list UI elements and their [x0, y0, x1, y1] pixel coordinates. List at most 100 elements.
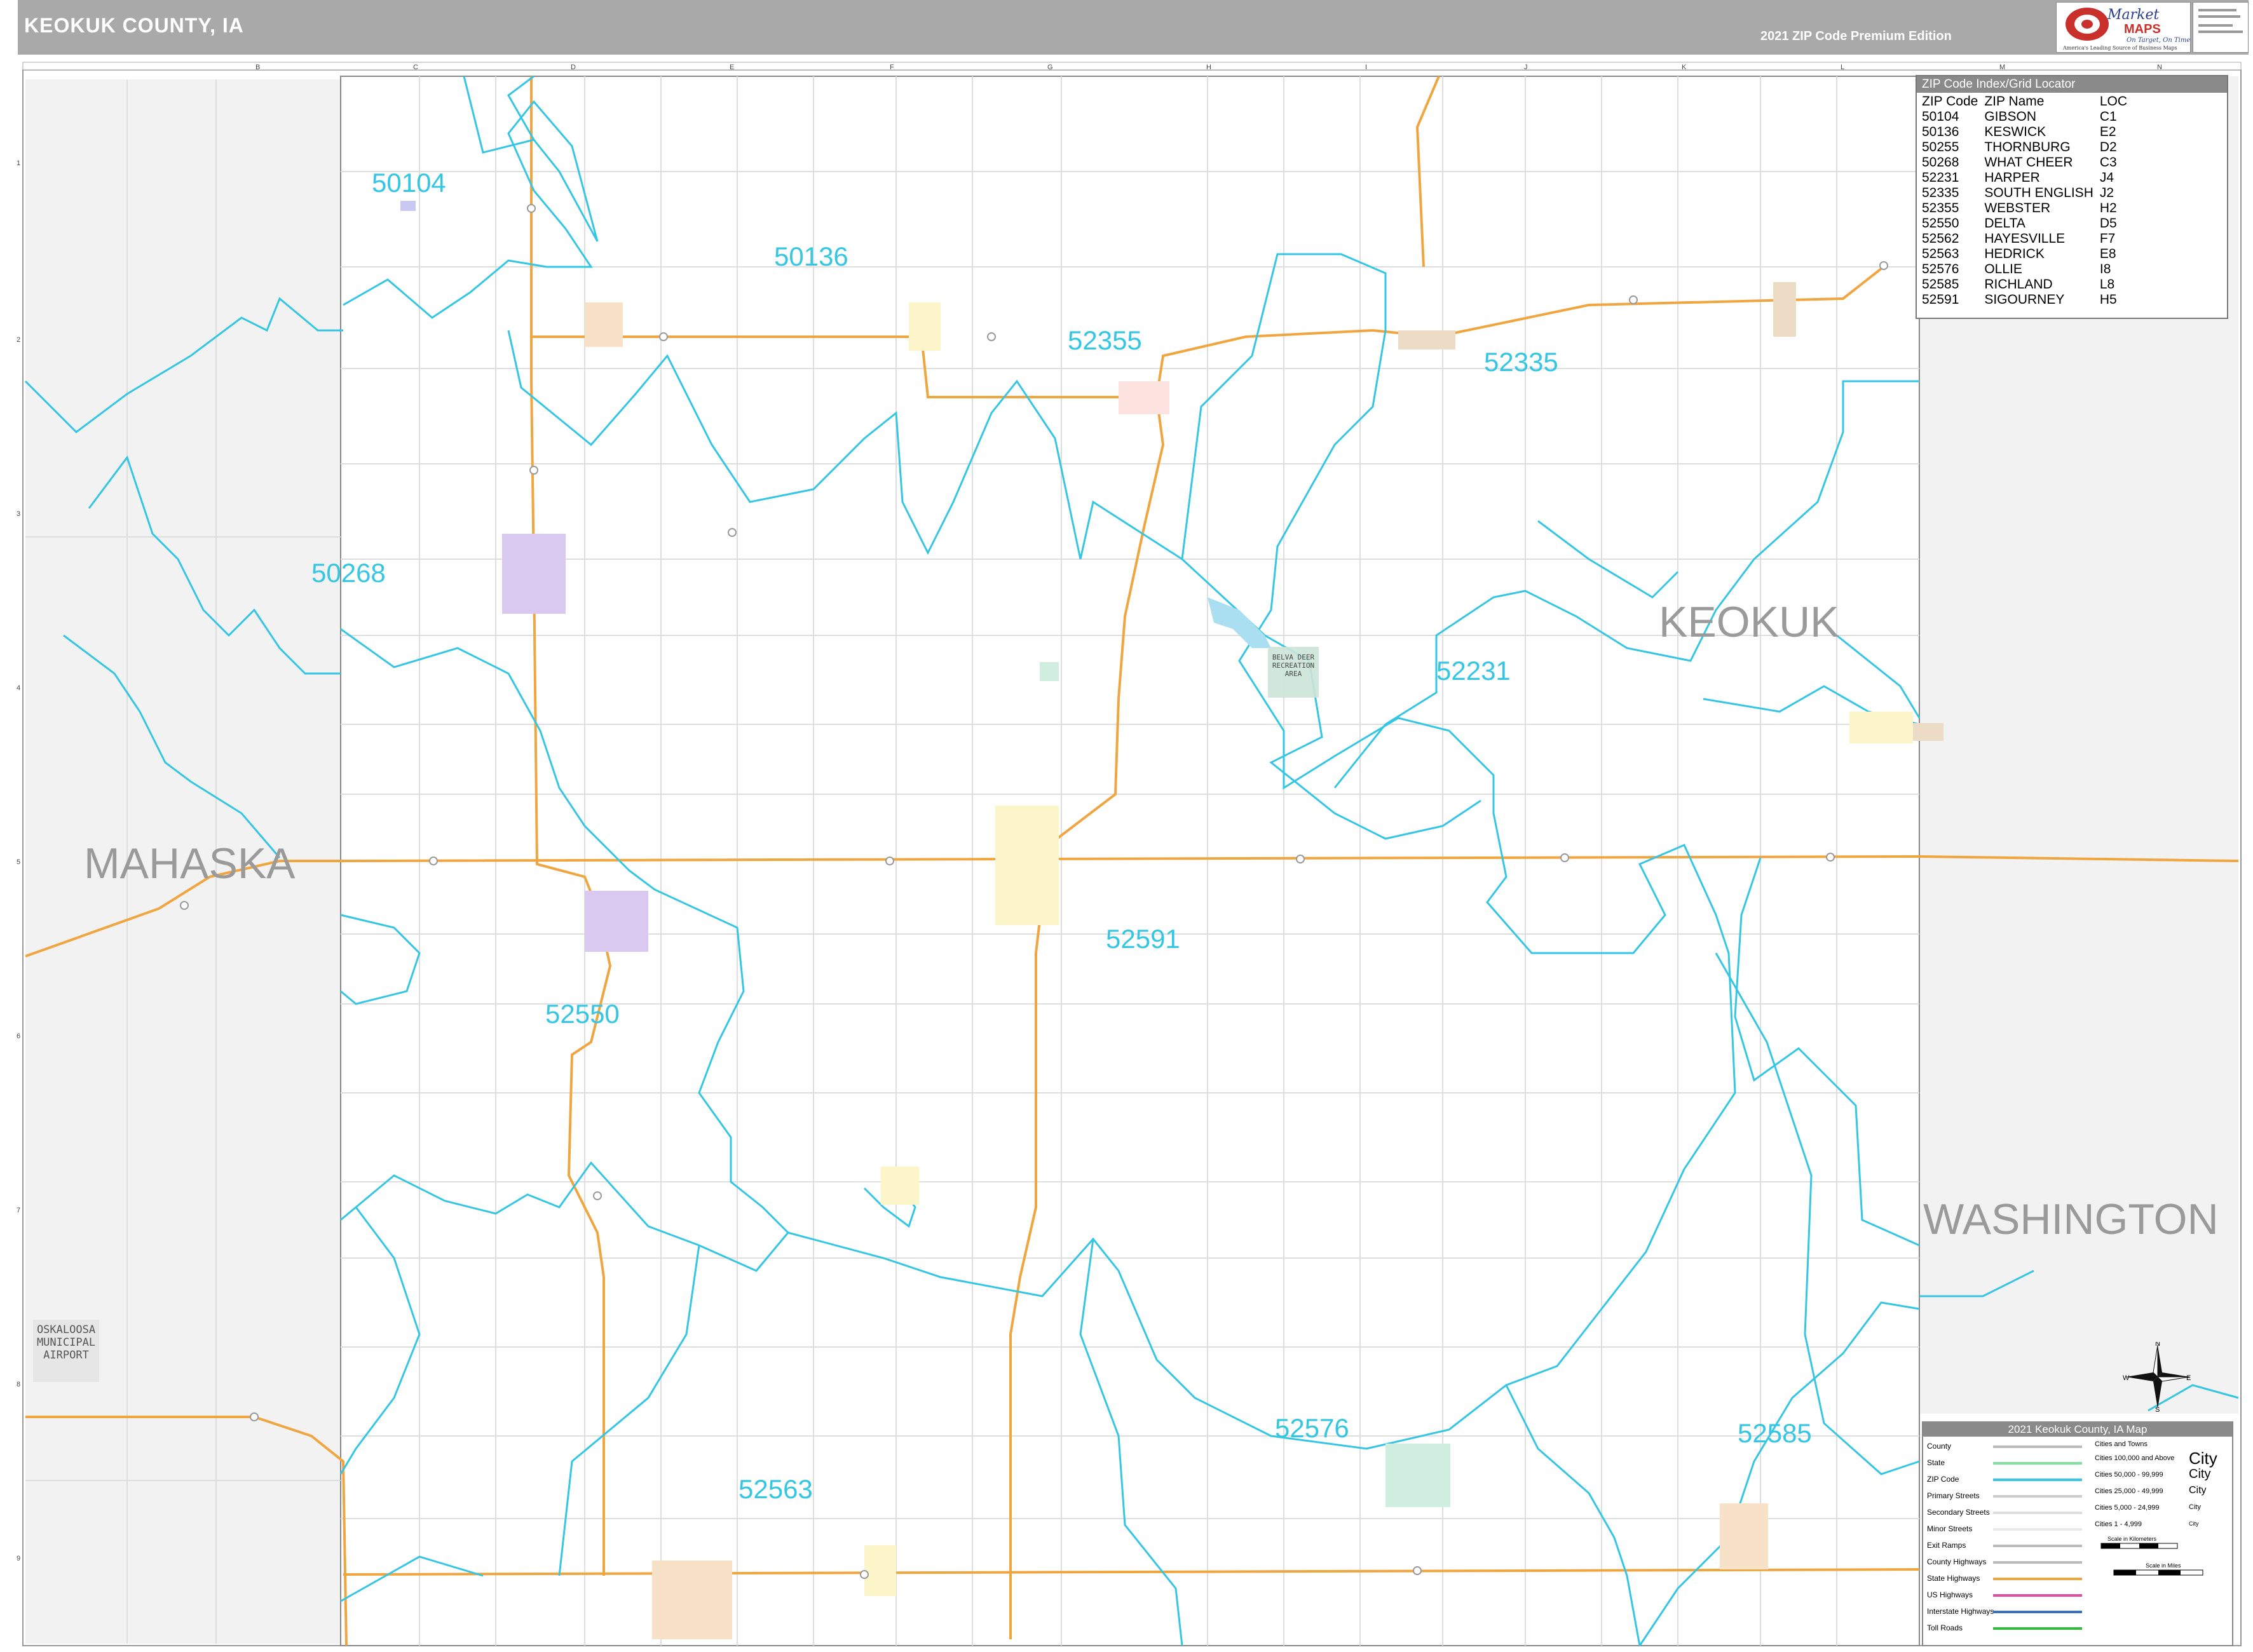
county-label-washington: WASHINGTON: [1923, 1195, 2219, 1243]
grid-row-labels: 1 2 3 4 5 6 7 8 9: [17, 159, 20, 1562]
zip-label: 52231: [1436, 656, 1511, 686]
zip-index-row: 52550 DELTA D5: [1922, 216, 2134, 231]
legend-city-class: Cities 1 - 4,999: [2095, 1520, 2142, 1528]
loc-cell: E2: [2099, 125, 2116, 139]
zip-label: 52591: [1106, 924, 1180, 954]
legend-cities-header: Cities and Towns: [2095, 1440, 2147, 1448]
grid-col-l: L: [1841, 64, 1844, 71]
grid-col-e: E: [730, 64, 734, 71]
legend-swatch: [1993, 1528, 2082, 1531]
grid-row-4: 4: [17, 684, 20, 692]
loc-cell: C3: [2099, 155, 2117, 170]
loc-cell: J2: [2099, 186, 2114, 200]
zip-index-row: 52591 SIGOURNEY H5: [1922, 292, 2134, 308]
zip-label: 52576: [1275, 1413, 1349, 1443]
map-legend: 2021 Keokuk County, IA Map County State ZI…: [1922, 1421, 2233, 1646]
grid-col-m: M: [1999, 64, 2005, 71]
legend-row-label: US Highways: [1927, 1590, 1973, 1599]
town-hayesville-south: [881, 1167, 919, 1205]
zip-code-cell: 50268: [1922, 155, 1959, 170]
legend-row-label: Exit Ramps: [1927, 1541, 1966, 1550]
loc-cell: L8: [2099, 277, 2115, 292]
grid-column-labels: B C D E F G H I J K L M N: [22, 62, 2242, 71]
compass-e: E: [2186, 1374, 2191, 1382]
legend-row-label: State: [1927, 1458, 1945, 1467]
zip-index-row: 52355 WEBSTER H2: [1922, 201, 2134, 216]
legend-swatch: [1993, 1479, 2082, 1481]
scale-km-label: Scale in Kilometers: [2107, 1536, 2157, 1542]
zip-name-cell: WEBSTER: [1984, 201, 2051, 215]
grid-row-2: 2: [17, 336, 20, 344]
oskaloosa-municipal-airport: OSKALOOSA MUNICIPAL AIRPORT: [33, 1320, 99, 1382]
zip-name-cell: HARPER: [1984, 170, 2040, 185]
legend-row-label: County Highways: [1927, 1557, 1987, 1566]
grid-col-h: H: [1206, 64, 1211, 71]
loc-cell: H5: [2099, 292, 2117, 307]
loc-cell: D5: [2099, 216, 2117, 231]
grid-col-i: I: [1365, 64, 1367, 71]
legend-swatch: [1993, 1495, 2082, 1498]
loc-cell: C1: [2099, 109, 2117, 124]
zip-name-cell: RICHLAND: [1984, 277, 2053, 292]
zip-label: 50104: [372, 168, 446, 198]
zip-name-cell: OLLIE: [1984, 262, 2022, 276]
legend-title: 2021 Keokuk County, IA Map: [1923, 1423, 2232, 1437]
zip-code-cell: 52563: [1922, 247, 1959, 261]
zip-name-cell: THORNBURG: [1984, 140, 2071, 154]
legend-swatch: [1993, 1462, 2082, 1465]
zip-index-row: 52585 RICHLAND L8: [1922, 277, 2134, 292]
zip-code-cell: 52576: [1922, 262, 1959, 276]
grid-row-6: 6: [17, 1032, 20, 1040]
town-richland: [1720, 1503, 1768, 1569]
compass-n: N: [2155, 1342, 2160, 1348]
zip-code-cell: 52591: [1922, 292, 1959, 307]
legend-city-sample: City: [2189, 1485, 2207, 1496]
zip-name-cell: GIBSON: [1984, 109, 2037, 124]
zip-index-row: 50255 THORNBURG D2: [1922, 140, 2134, 155]
town-thornburg: [585, 302, 623, 347]
town-what-cheer: [502, 534, 566, 614]
zip-code-cell: 50255: [1922, 140, 1959, 154]
zip-code-cell: 52335: [1922, 186, 1959, 200]
legend-row-label: County: [1927, 1442, 1952, 1451]
grid-col-b: B: [255, 64, 260, 71]
town-gibson: [400, 201, 416, 211]
zip-label: 50136: [774, 241, 848, 271]
town-south-english: [1398, 330, 1455, 349]
legend-city-sample: City: [2189, 1520, 2199, 1527]
scale-mi-label: Scale in Miles: [2146, 1562, 2181, 1569]
zip-name-cell: HAYESVILLE: [1984, 231, 2066, 246]
scale-bars: Scale in Kilometers Scale in Miles: [2100, 1536, 2203, 1576]
belva-deer-recreation-area: BELVA DEER RECREATION AREA: [1268, 647, 1319, 698]
grid-col-n: N: [2157, 64, 2162, 71]
zip-index-title: ZIP Code Index/Grid Locator: [1917, 76, 2227, 93]
zip-name-cell: HEDRICK: [1984, 247, 2045, 261]
zip-label: 52550: [545, 999, 620, 1029]
legend-row-label: Secondary Streets: [1927, 1508, 1990, 1517]
legend-swatch: [1993, 1561, 2082, 1564]
legend-swatch: [1993, 1611, 2082, 1613]
legend-city-class: Cities 5,000 - 24,999: [2095, 1504, 2160, 1512]
town-webster: [1119, 381, 1169, 414]
grid-row-1: 1: [17, 159, 20, 167]
zip-code-cell: 50104: [1922, 109, 1959, 124]
zip-name-cell: DELTA: [1984, 216, 2025, 231]
zip-index-row: 52563 HEDRICK E8: [1922, 247, 2134, 262]
grid-row-8: 8: [17, 1381, 20, 1388]
legend-city-class: Cities 50,000 - 99,999: [2095, 1471, 2163, 1479]
legend-swatch: [1993, 1446, 2082, 1448]
legend-swatch: [1993, 1512, 2082, 1514]
loc-header: LOC: [2099, 94, 2128, 109]
loc-cell: I8: [2099, 262, 2111, 276]
legend-city-class: Cities 100,000 and Above: [2095, 1454, 2175, 1462]
grid-col-k: K: [1682, 64, 1687, 71]
town-sigourney: [995, 806, 1059, 925]
zip-code-cell: 52355: [1922, 201, 1959, 215]
loc-cell: H2: [2099, 201, 2117, 215]
legend-city-sample: City: [2189, 1467, 2211, 1481]
loc-cell: E8: [2099, 247, 2116, 261]
town-keswick: [909, 302, 941, 351]
grid-col-f: F: [890, 64, 894, 71]
legend-row-label: Interstate Highways: [1927, 1607, 1994, 1616]
grid-row-7: 7: [17, 1207, 20, 1214]
